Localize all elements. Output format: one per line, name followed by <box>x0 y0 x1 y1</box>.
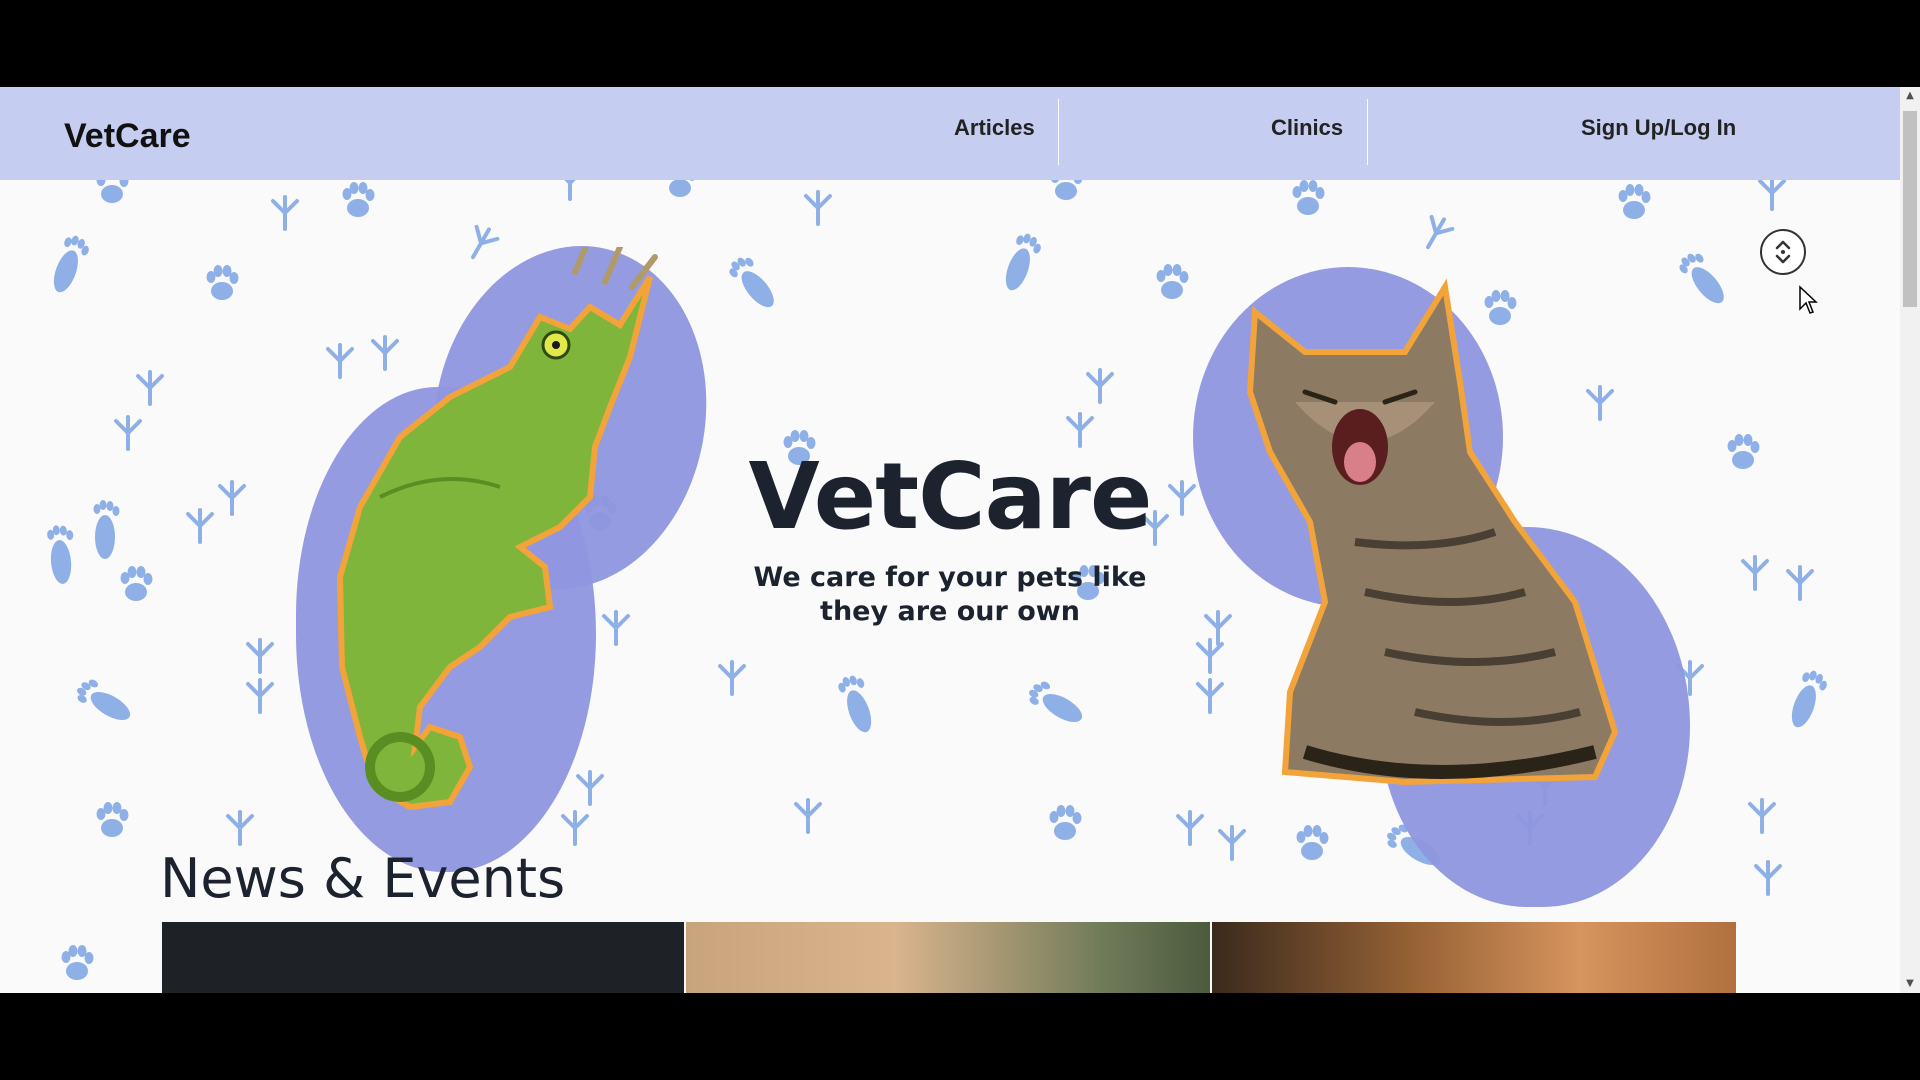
news-card-1[interactable] <box>162 922 684 993</box>
scroll-toggle-button[interactable] <box>1760 229 1806 275</box>
cat-image <box>1246 278 1619 786</box>
news-section-title: News & Events <box>160 847 566 910</box>
news-card-3[interactable] <box>1212 922 1736 993</box>
nav-divider <box>1058 99 1059 165</box>
news-card-2[interactable] <box>686 922 1210 993</box>
scroll-down-arrow-icon[interactable]: ▼ <box>1900 975 1920 993</box>
navbar: VetCare Articles Clinics Sign Up/Log In <box>0 87 1900 180</box>
chameleon-image <box>336 247 658 811</box>
hero-subtitle: We care for your pets like they are our … <box>753 562 1147 627</box>
browser-viewport: VetCare Articles Clinics Sign Up/Log In … <box>0 87 1900 993</box>
scrollbar[interactable]: ▲ ▼ <box>1900 87 1920 993</box>
nav-divider <box>1367 99 1368 165</box>
chevron-up-down-icon <box>1775 240 1791 264</box>
nav-articles-link[interactable]: Articles <box>954 115 1035 141</box>
scrollbar-thumb[interactable] <box>1903 111 1917 307</box>
letterbox-bottom <box>0 993 1920 1080</box>
scroll-up-arrow-icon[interactable]: ▲ <box>1900 87 1920 105</box>
nav-clinics-link[interactable]: Clinics <box>1271 115 1343 141</box>
letterbox-top <box>0 0 1920 87</box>
nav-signup-login-link[interactable]: Sign Up/Log In <box>1581 115 1736 141</box>
brand-logo[interactable]: VetCare <box>64 117 191 156</box>
hero-title: VetCare <box>748 443 1153 550</box>
mouse-pointer-icon <box>1799 285 1818 314</box>
